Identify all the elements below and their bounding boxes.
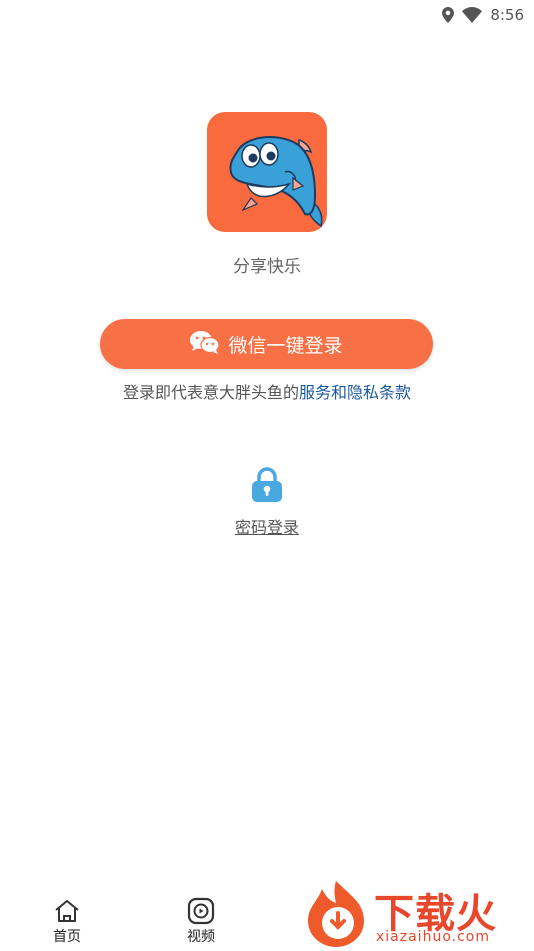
fish-mascot-icon [229, 136, 323, 228]
terms-prefix: 登录即代表意大胖头鱼的 [122, 383, 299, 402]
tab-video[interactable]: 视频 [134, 896, 268, 949]
password-login-link[interactable]: 密码登录 [0, 514, 534, 538]
wifi-icon [462, 7, 483, 23]
terms-notice: 登录即代表意大胖头鱼的服务和隐私条款 [0, 379, 534, 403]
lock-icon[interactable] [250, 466, 284, 502]
wechat-login-label: 微信一键登录 [228, 334, 343, 357]
home-icon [54, 896, 80, 926]
tab-home[interactable]: 首页 [0, 896, 134, 949]
wechat-icon [190, 330, 221, 359]
video-icon [187, 896, 215, 926]
bottom-tabbar: 首页 视频 [0, 891, 534, 949]
app-slogan: 分享快乐 [233, 257, 301, 277]
app-logo [207, 112, 327, 232]
tab-home-label: 首页 [53, 929, 81, 945]
status-bar: 8:56 [0, 0, 534, 30]
status-time: 8:56 [490, 6, 524, 24]
location-icon [442, 7, 455, 23]
tab-video-label: 视频 [187, 929, 215, 945]
terms-link[interactable]: 服务和隐私条款 [299, 383, 411, 402]
wechat-login-button[interactable]: 微信一键登录 [100, 319, 433, 369]
